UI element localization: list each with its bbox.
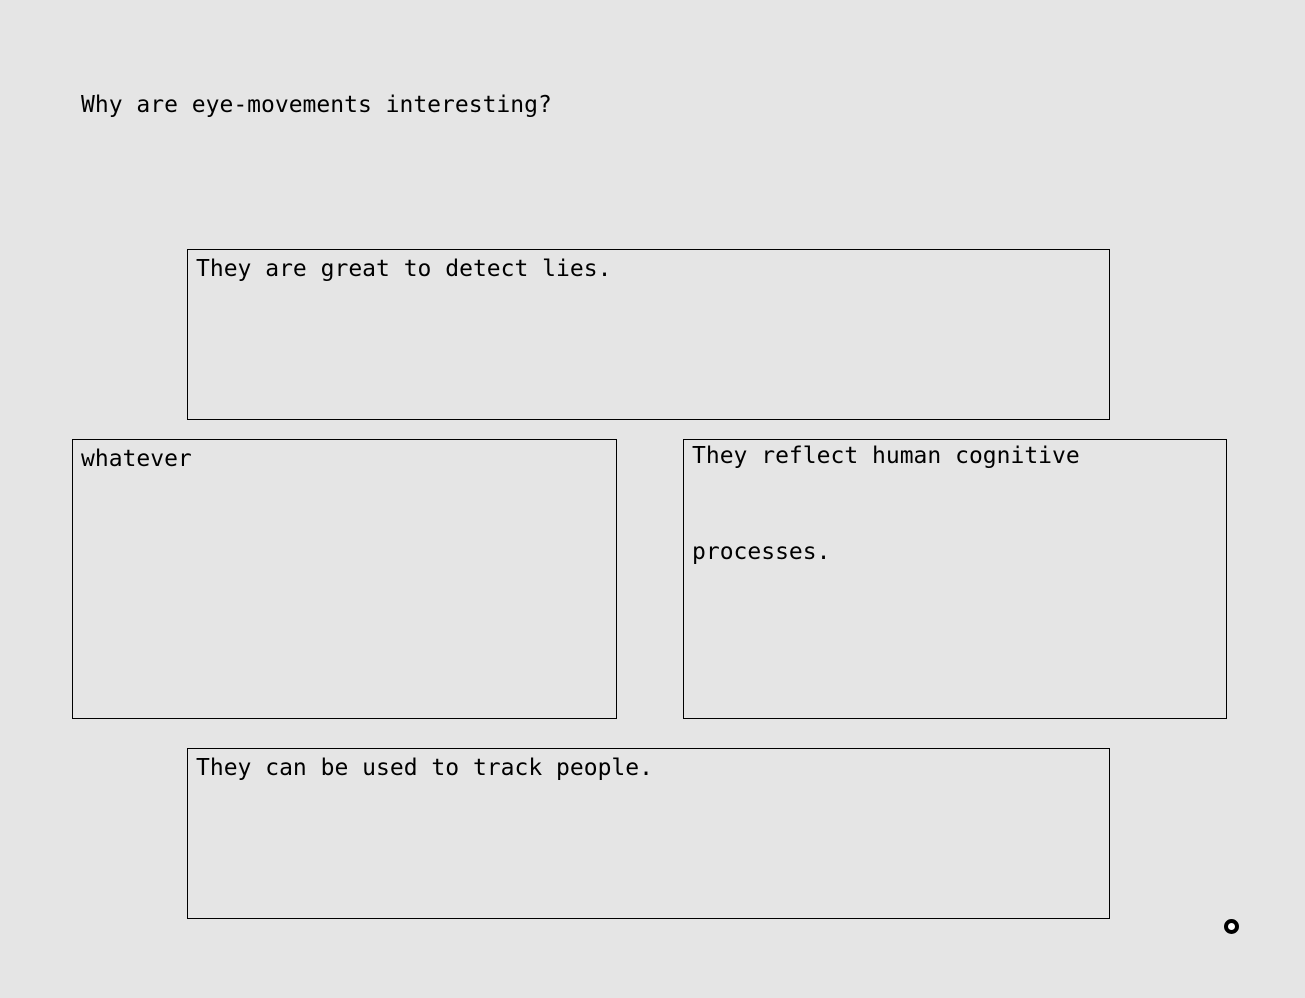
answer-option-right-label: They reflect human cognitive processes. — [692, 443, 1080, 565]
answer-option-bottom-label: They can be used to track people. — [196, 755, 653, 781]
answer-option-top[interactable]: They are great to detect lies. — [187, 249, 1110, 420]
answer-option-left-label: whatever — [81, 446, 192, 472]
question-title: Why are eye-movements interesting? — [81, 92, 552, 118]
answer-option-right[interactable]: They reflect human cognitive processes. — [683, 439, 1227, 719]
answer-option-top-label: They are great to detect lies. — [196, 256, 612, 282]
answer-option-left[interactable]: whatever — [72, 439, 617, 719]
answer-option-bottom[interactable]: They can be used to track people. — [187, 748, 1110, 919]
gaze-cursor-icon — [1224, 919, 1239, 934]
